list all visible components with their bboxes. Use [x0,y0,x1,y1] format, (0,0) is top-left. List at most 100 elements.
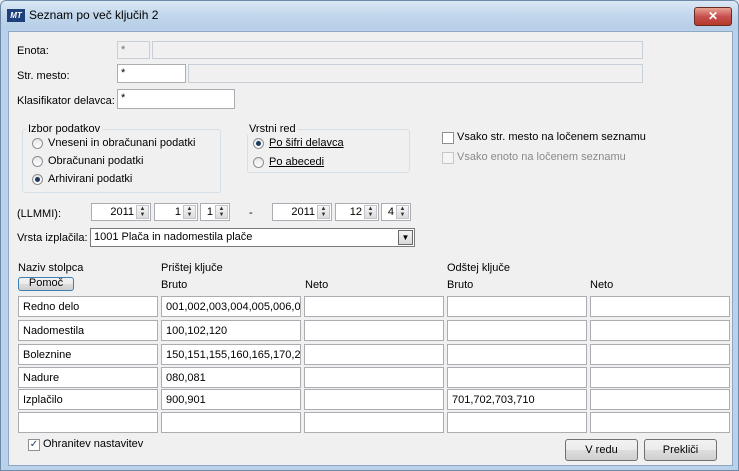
from-month-arrows[interactable]: ▲ ▼ [183,205,196,219]
row-5-odstej-bruto[interactable]: 701,702,703,710 [447,389,587,410]
from-year-spinner[interactable]: 2011 ▲ ▼ [91,203,151,221]
row-4-pristej-neto[interactable] [304,367,444,388]
from-year-value: 2011 [110,206,134,218]
down-icon[interactable]: ▼ [365,212,376,218]
row-5-naziv[interactable]: Izplačilo [18,389,158,410]
cancel-button[interactable]: Prekliči [644,439,717,461]
pristej-bruto-header: Bruto [161,279,188,291]
to-index-spinner[interactable]: 4 ▲ ▼ [381,203,411,221]
to-year-arrows[interactable]: ▲ ▼ [317,205,330,219]
row-2-odstej-neto[interactable] [590,320,730,341]
to-month-value: 12 [349,206,362,218]
row-3-naziv[interactable]: Boleznine [18,344,158,365]
pristej-header: Prištej ključe [161,262,223,274]
row-6-odstej-neto[interactable] [590,412,730,433]
row-1-naziv[interactable]: Redno delo [18,296,158,317]
ohranitev-checkbox[interactable]: ✓ [28,439,40,451]
naziv-stolpca-header: Naziv stolpca [18,262,84,274]
from-index-value: 1 [206,206,213,218]
row-1-odstej-bruto[interactable] [447,296,587,317]
enota-input[interactable]: * [117,41,150,59]
str-mesto-label: Str. mesto: [17,70,70,82]
row-6-pristej-bruto[interactable] [161,412,301,433]
vrstni-red-option-sifra[interactable]: Po šifri delavca [269,137,344,149]
window-title: Seznam po več ključih 2 [29,8,159,22]
izbor-radio-obracunani[interactable] [32,156,43,167]
klasifikator-input[interactable]: * [117,89,235,109]
row-1-odstej-neto[interactable] [590,296,730,317]
chevron-down-icon[interactable]: ▼ [398,230,413,245]
row-4-pristej-bruto[interactable]: 080,081 [161,367,301,388]
str-mesto-description [188,64,643,83]
dialog-window: MT Seznam po več ključih 2 ✕ Enota: * St… [0,0,739,471]
izbor-option-obracunani[interactable]: Obračunani podatki [48,155,143,167]
pomoc-button[interactable]: Pomoč [18,277,74,291]
ohranitev-label[interactable]: Ohranitev nastavitev [43,438,143,450]
title-bar[interactable]: MT Seznam po več ključih 2 ✕ [1,1,738,29]
klasifikator-label: Klasifikator delavca: [17,95,115,107]
to-index-arrows[interactable]: ▲ ▼ [396,205,409,219]
to-year-value: 2011 [291,206,315,218]
ok-button[interactable]: V redu [565,439,638,461]
enota-label: Enota: [17,45,49,57]
row-1-pristej-neto[interactable] [304,296,444,317]
to-month-spinner[interactable]: 12 ▲ ▼ [335,203,379,221]
down-icon[interactable]: ▼ [318,212,329,218]
odstej-neto-header: Neto [590,279,614,291]
down-icon[interactable]: ▼ [184,212,195,218]
row-3-odstej-bruto[interactable] [447,344,587,365]
row-2-pristej-neto[interactable] [304,320,444,341]
row-3-pristej-neto[interactable] [304,344,444,365]
row-6-pristej-neto[interactable] [304,412,444,433]
izbor-option-arhivirani[interactable]: Arhivirani podatki [48,173,132,185]
enota-separate-checkbox[interactable] [442,152,454,164]
odstej-header: Odštej ključe [447,262,510,274]
row-5-pristej-neto[interactable] [304,389,444,410]
close-button[interactable]: ✕ [694,7,732,26]
vrsta-select[interactable]: 1001 Plača in nadomestila plače ▼ [90,228,415,247]
period-label: (LLMMI): [17,208,61,220]
row-2-pristej-bruto[interactable]: 100,102,120 [161,320,301,341]
enota-description [152,41,643,59]
row-4-naziv[interactable]: Nadure [18,367,158,388]
izbor-option-vneseni[interactable]: Vneseni in obračunani podatki [48,137,195,149]
row-1-pristej-bruto[interactable]: 001,002,003,004,005,006,0 [161,296,301,317]
dialog-body: Enota: * Str. mesto: * Klasifikator dela… [8,31,733,466]
row-6-odstej-bruto[interactable] [447,412,587,433]
from-index-arrows[interactable]: ▲ ▼ [215,205,228,219]
row-4-odstej-bruto[interactable] [447,367,587,388]
from-year-arrows[interactable]: ▲ ▼ [136,205,149,219]
row-5-odstej-neto[interactable] [590,389,730,410]
row-2-naziv[interactable]: Nadomestila [18,320,158,341]
to-month-arrows[interactable]: ▲ ▼ [364,205,377,219]
to-year-spinner[interactable]: 2011 ▲ ▼ [272,203,332,221]
app-logo-icon: MT [7,9,25,22]
row-3-odstej-neto[interactable] [590,344,730,365]
vrsta-value: 1001 Plača in nadomestila plače [94,231,253,243]
izbor-title: Izbor podatkov [26,123,103,135]
row-4-odstej-neto[interactable] [590,367,730,388]
enota-separate-label: Vsako enoto na ločenem seznamu [457,151,626,163]
row-5-pristej-bruto[interactable]: 900,901 [161,389,301,410]
vrstni-red-radio-abeceda[interactable] [253,157,264,168]
vrstni-red-radio-sifra[interactable] [253,138,264,149]
vrsta-label: Vrsta izplačila: [17,232,88,244]
odstej-bruto-header: Bruto [447,279,474,291]
row-6-naziv[interactable] [18,412,158,433]
down-icon[interactable]: ▼ [137,212,148,218]
izbor-radio-arhivirani[interactable] [32,174,43,185]
to-index-value: 4 [387,206,394,218]
vrstni-red-title: Vrstni red [247,123,298,135]
str-mesto-input[interactable]: * [117,64,186,83]
vrstni-red-option-abeceda[interactable]: Po abecedi [269,156,324,168]
from-month-spinner[interactable]: 1 ▲ ▼ [154,203,198,221]
from-index-spinner[interactable]: 1 ▲ ▼ [200,203,230,221]
izbor-radio-vneseni[interactable] [32,138,43,149]
down-icon[interactable]: ▼ [397,212,408,218]
str-mesto-separate-checkbox[interactable] [442,132,454,144]
row-3-pristej-bruto[interactable]: 150,151,155,160,165,170,2 [161,344,301,365]
pristej-neto-header: Neto [305,279,329,291]
row-2-odstej-bruto[interactable] [447,320,587,341]
str-mesto-separate-label[interactable]: Vsako str. mesto na ločenem seznamu [457,131,646,143]
down-icon[interactable]: ▼ [216,212,227,218]
